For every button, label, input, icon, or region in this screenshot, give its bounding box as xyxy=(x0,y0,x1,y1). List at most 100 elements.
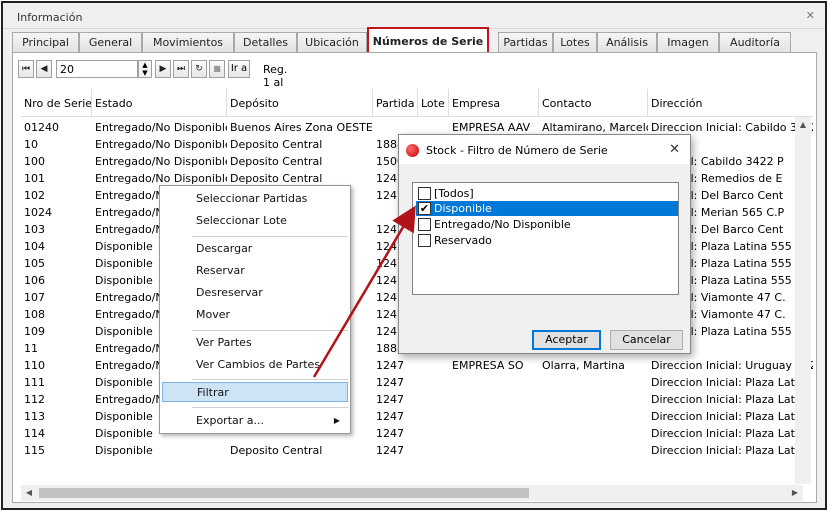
tab-imagen[interactable]: Imagen xyxy=(657,32,719,52)
table-cell: 103 xyxy=(24,223,45,236)
go-to-button[interactable]: Ir a xyxy=(228,60,250,78)
table-cell: 1024 xyxy=(24,206,52,219)
column-header[interactable]: Depósito xyxy=(227,89,373,117)
tab-numeros-de-serie[interactable]: Números de Serie xyxy=(367,27,489,55)
table-cell: 108 xyxy=(24,308,45,321)
window-title: Información xyxy=(17,11,83,24)
page-size-spinner[interactable]: ▲ ▼ xyxy=(138,60,152,78)
table-cell: 101 xyxy=(24,172,45,185)
table-cell: Direccion Inicial: Plaza Latina 555 xyxy=(651,444,813,457)
menu-separator xyxy=(192,236,348,237)
column-header[interactable]: Partida xyxy=(373,89,418,117)
table-cell: 10 xyxy=(24,138,38,151)
menu-item-seleccionar-lote[interactable]: Seleccionar Lote xyxy=(162,211,348,231)
table-cell: Olarra, Martina xyxy=(542,359,625,372)
dialog-title: Stock - Filtro de Número de Serie xyxy=(426,144,608,157)
menu-item-seleccionar-partidas[interactable]: Seleccionar Partidas xyxy=(162,189,348,209)
scroll-right-icon[interactable]: ▶ xyxy=(787,485,803,501)
table-row[interactable]: 112 Entregado/No 1247 Direccion Inicial: Pl… xyxy=(21,391,813,408)
table-cell: 115 xyxy=(24,444,45,457)
table-cell xyxy=(418,374,449,391)
dialog-title-bar: Stock - Filtro de Número de Serie ✕ xyxy=(399,135,690,164)
checkbox-checked-icon[interactable]: ✔ xyxy=(418,202,431,215)
filter-option-todos[interactable]: [Todos] xyxy=(416,186,678,201)
table-cell: Direccion Inicial: Plaza Latina 555 xyxy=(651,427,813,440)
table-row[interactable]: 113 Disponible 1247 Direccion Inicial: Plaz… xyxy=(21,408,813,425)
table-cell: Direccion Inicial: Plaza Latina 555 xyxy=(651,376,813,389)
column-header[interactable]: Nro de Serie xyxy=(21,89,92,117)
table-row[interactable]: 115 Disponible Deposito Central 1247 Direcci… xyxy=(21,442,813,459)
table-cell: Buenos Aires Zona OESTE xyxy=(230,121,373,134)
column-header[interactable]: Dirección xyxy=(648,89,813,117)
filter-option-label: Disponible xyxy=(434,202,492,215)
horizontal-scrollbar[interactable]: ◀ ▶ xyxy=(21,485,803,501)
table-cell xyxy=(539,442,648,459)
tab-lotes[interactable]: Lotes xyxy=(553,32,597,52)
scroll-up-icon[interactable]: ▲ xyxy=(795,117,811,133)
menu-item-exportar[interactable]: Exportar a... ▶ xyxy=(162,411,348,431)
menu-item-ver-cambios-de-partes[interactable]: Ver Cambios de Partes xyxy=(162,355,348,375)
menu-item-desreservar[interactable]: Desreservar xyxy=(162,283,348,303)
column-header[interactable]: Estado xyxy=(92,89,227,117)
tab-general[interactable]: General xyxy=(79,32,142,52)
checkbox-icon[interactable] xyxy=(418,187,431,200)
column-header[interactable]: Lote xyxy=(418,89,449,117)
first-page-icon[interactable]: ⏮ xyxy=(18,60,34,78)
tab-auditoria[interactable]: Auditoría xyxy=(719,32,791,52)
table-row[interactable]: 110 Entregado/No 1247 EMPRESA SO Olarra, Mar… xyxy=(21,357,813,374)
dialog-close-icon[interactable]: ✕ xyxy=(669,142,680,157)
last-page-icon[interactable]: ⏭ xyxy=(173,60,189,78)
next-page-icon[interactable]: ▶ xyxy=(155,60,171,78)
table-cell: 102 xyxy=(24,189,45,202)
vertical-scrollbar[interactable]: ▲ ▼ xyxy=(795,117,811,484)
column-header[interactable]: Empresa xyxy=(449,89,539,117)
table-cell: Entregado/No Disponible xyxy=(95,155,227,168)
cancel-button[interactable]: Cancelar xyxy=(610,330,683,350)
menu-separator xyxy=(192,407,348,408)
table-cell: 1247 xyxy=(376,359,404,372)
filter-option-entregado[interactable]: Entregado/No Disponible xyxy=(416,217,678,232)
table-row[interactable]: 111 Disponible 1247 Direccion Inicial: Plaz… xyxy=(21,374,813,391)
table-cell: 109 xyxy=(24,325,45,338)
submenu-arrow-icon: ▶ xyxy=(333,416,340,425)
table-cell: 01240 xyxy=(24,121,59,134)
stop-icon[interactable]: ■ xyxy=(209,60,225,78)
checkbox-icon[interactable] xyxy=(418,234,431,247)
filter-option-reservado[interactable]: Reservado xyxy=(416,233,678,248)
table-cell: 1247 xyxy=(376,393,404,406)
table-cell: 114 xyxy=(24,427,45,440)
tab-analisis[interactable]: Análisis xyxy=(597,32,657,52)
menu-item-exportar-label: Exportar a... xyxy=(196,414,264,427)
tab-partidas[interactable]: Partidas xyxy=(498,32,553,52)
table-cell xyxy=(539,374,648,391)
menu-item-descargar[interactable]: Descargar xyxy=(162,239,348,259)
refresh-icon[interactable]: ↻ xyxy=(191,60,207,78)
prev-page-icon[interactable]: ◀ xyxy=(36,60,52,78)
scroll-thumb[interactable] xyxy=(39,488,529,498)
column-header[interactable]: Contacto xyxy=(539,89,648,117)
close-icon[interactable]: ✕ xyxy=(806,9,815,22)
page-size-input[interactable] xyxy=(56,60,138,78)
tab-movimientos[interactable]: Movimientos xyxy=(142,32,234,52)
table-cell: 111 xyxy=(24,376,45,389)
table-row[interactable]: 114 Disponible 1247 Direccion Inicial: Plaz… xyxy=(21,425,813,442)
filter-option-disponible[interactable]: ✔ Disponible xyxy=(416,201,678,216)
table-cell xyxy=(449,408,539,425)
menu-item-reservar[interactable]: Reservar xyxy=(162,261,348,281)
tab-ubicacion[interactable]: Ubicación xyxy=(297,32,367,52)
scroll-left-icon[interactable]: ◀ xyxy=(21,485,37,501)
table-cell: Entregado/No Disponible xyxy=(95,121,227,134)
status-filter-list: [Todos] ✔ Disponible Entregado/No Dispon… xyxy=(412,182,679,295)
tab-detalles[interactable]: Detalles xyxy=(234,32,297,52)
checkbox-icon[interactable] xyxy=(418,218,431,231)
table-cell: 105 xyxy=(24,257,45,270)
table-cell xyxy=(418,357,449,374)
menu-item-filtrar[interactable]: Filtrar xyxy=(162,382,348,402)
accept-button[interactable]: Aceptar xyxy=(532,330,601,350)
table-cell xyxy=(418,442,449,459)
menu-item-mover[interactable]: Mover xyxy=(162,305,348,325)
menu-item-ver-partes[interactable]: Ver Partes xyxy=(162,333,348,353)
table-cell xyxy=(449,425,539,442)
table-cell: Deposito Central xyxy=(230,444,323,457)
tab-principal[interactable]: Principal xyxy=(12,32,79,52)
